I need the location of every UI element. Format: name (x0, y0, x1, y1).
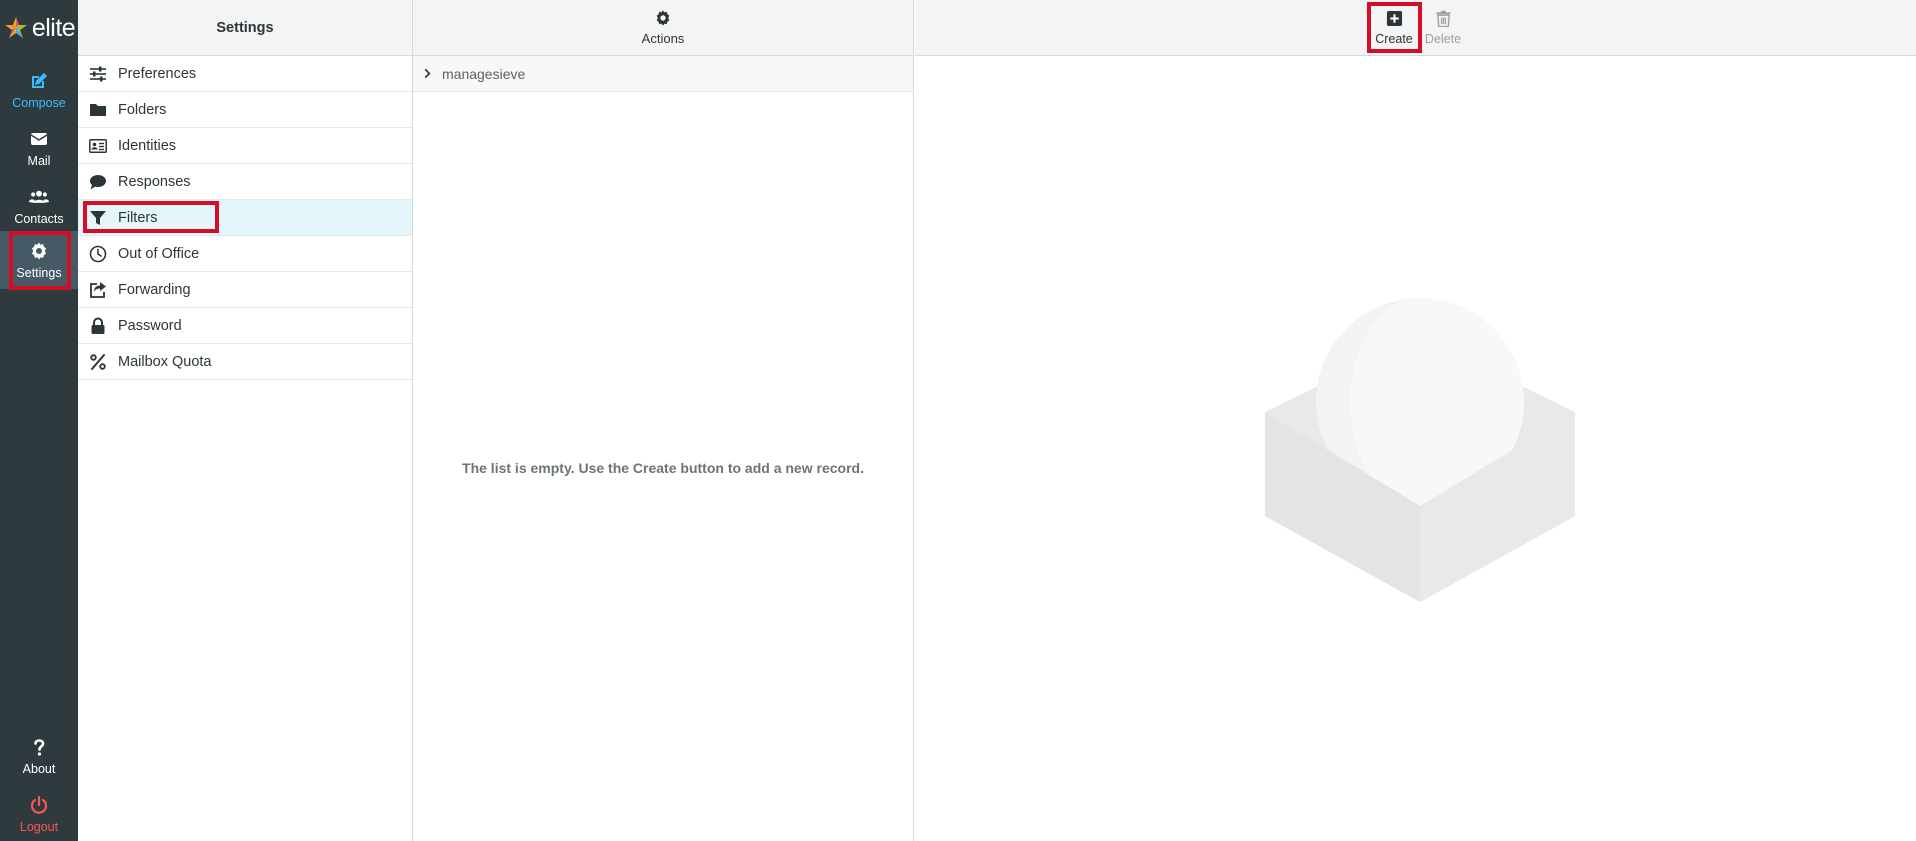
settings-item-preferences[interactable]: Preferences (78, 56, 412, 92)
logo[interactable]: elite (0, 8, 78, 48)
settings-item-out-of-office[interactable]: Out of Office (78, 236, 412, 272)
settings-item-label: Preferences (118, 65, 197, 82)
actions-label: Actions (641, 31, 685, 46)
filter-sets-panel: Actions managesieve The list is empty. U… (413, 0, 914, 841)
nav-settings-label: Settings (16, 265, 62, 280)
settings-item-responses[interactable]: Responses (78, 164, 412, 200)
question-icon (34, 738, 45, 756)
compose-icon (32, 72, 47, 88)
settings-item-label: Filters (118, 209, 158, 226)
nav-logout[interactable]: Logout (0, 786, 78, 841)
id-card-icon (89, 138, 107, 153)
settings-item-label: Out of Office (118, 245, 200, 262)
nav-about-label: About (22, 761, 56, 776)
settings-item-label: Identities (118, 137, 177, 154)
delete-label: Delete (1424, 32, 1462, 46)
settings-item-identities[interactable]: Identities (78, 128, 412, 164)
nav-mail[interactable]: Mail (0, 120, 78, 176)
actions-button[interactable]: Actions (413, 0, 913, 56)
settings-item-label: Responses (118, 173, 191, 190)
settings-item-password[interactable]: Password (78, 308, 412, 344)
power-icon (30, 795, 48, 814)
plus-square-icon (1386, 10, 1402, 27)
filter-set-row[interactable]: managesieve (413, 56, 913, 92)
settings-sidebar: Settings Preferences Folders Identities (78, 0, 413, 841)
gear-icon (656, 10, 670, 26)
share-icon (90, 281, 106, 298)
settings-item-label: Mailbox Quota (118, 353, 212, 370)
nav-compose-label: Compose (12, 95, 66, 110)
toolbar: Create Delete (915, 0, 1916, 56)
filter-set-name: managesieve (442, 65, 526, 82)
trash-icon (1435, 10, 1451, 27)
settings-item-mailbox-quota[interactable]: Mailbox Quota (78, 344, 412, 380)
settings-header: Settings (78, 0, 412, 56)
clock-icon (89, 245, 107, 262)
settings-title: Settings (216, 19, 274, 36)
nav-contacts-label: Contacts (14, 211, 64, 226)
comment-icon (90, 174, 106, 189)
create-label: Create (1375, 32, 1413, 46)
logo-text: elite (31, 13, 76, 42)
empty-watermark-image (1265, 298, 1575, 602)
empty-list-message: The list is empty. Use the Create button… (462, 460, 864, 476)
content-panel: Create Delete (915, 0, 1916, 841)
chevron-right-icon (424, 68, 431, 79)
delete-button[interactable]: Delete (1419, 4, 1467, 52)
nav-about[interactable]: About (0, 728, 78, 784)
gear-icon (32, 242, 46, 259)
envelope-icon (30, 132, 48, 145)
settings-item-label: Folders (118, 101, 167, 118)
nav-compose[interactable]: Compose (0, 62, 78, 118)
logo-mark-icon (4, 17, 27, 38)
create-button[interactable]: Create (1370, 4, 1418, 52)
folder-icon (90, 103, 106, 116)
settings-item-label: Password (118, 317, 182, 334)
percent-icon (90, 353, 106, 370)
filter-icon (90, 210, 106, 225)
lock-icon (91, 317, 105, 334)
nav-settings[interactable]: Settings (0, 231, 78, 289)
nav-mail-label: Mail (27, 153, 51, 168)
settings-item-filters[interactable]: Filters (78, 200, 412, 236)
main-navigation: elite Compose Mail Contacts Settings Abo… (0, 0, 78, 841)
nav-contacts[interactable]: Contacts (0, 178, 78, 234)
users-icon (29, 190, 49, 203)
settings-item-forwarding[interactable]: Forwarding (78, 272, 412, 308)
nav-logout-label: Logout (19, 819, 59, 834)
settings-item-folders[interactable]: Folders (78, 92, 412, 128)
settings-item-label: Forwarding (118, 281, 191, 298)
sliders-icon (90, 66, 106, 81)
